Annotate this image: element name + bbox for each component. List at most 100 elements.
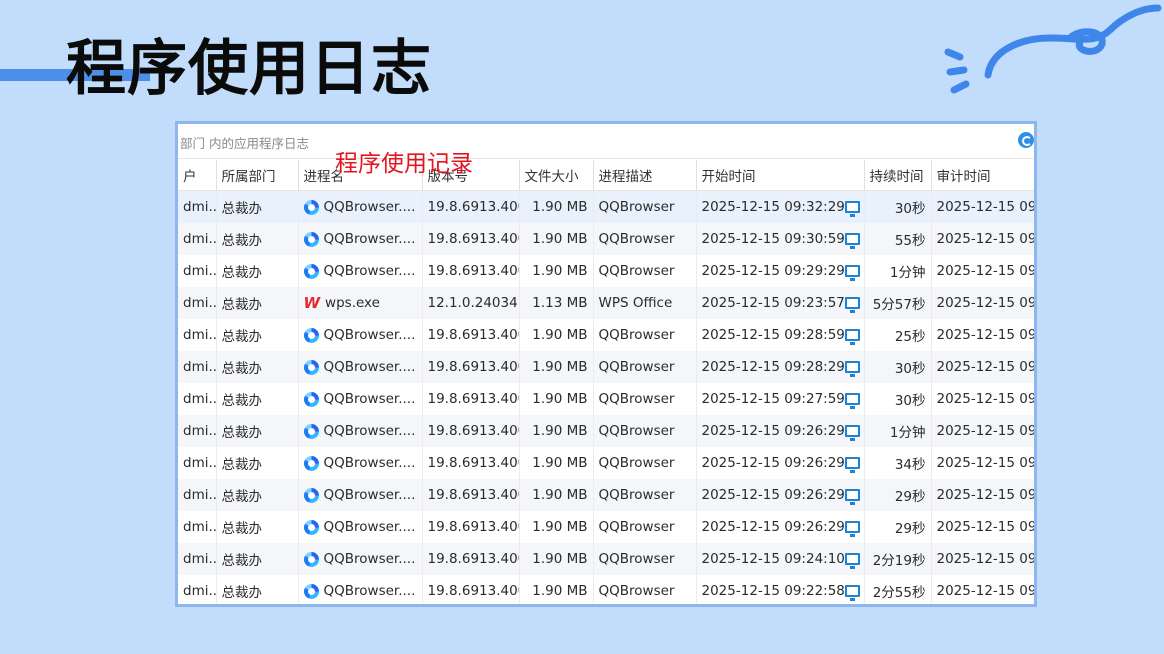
process-cell: QQBrowser.... (298, 575, 423, 604)
qqbrowser-icon (303, 455, 319, 471)
monitor-icon[interactable] (844, 233, 860, 249)
table-row[interactable]: dmi...总裁办 QQBrowser.... 19.8.6913.4001.90 … (178, 351, 1034, 383)
column-header[interactable]: 进程描述 (593, 160, 697, 191)
qqbrowser-icon (303, 359, 319, 375)
table-row[interactable]: dmi...总裁办Wwps.exe12.1.0.240341.13 MBWPS … (178, 287, 1034, 319)
start-time: 2025-12-15 09:23:57 (701, 295, 845, 311)
start-time: 2025-12-15 09:26:29 (701, 487, 845, 503)
start-time-cell: 2025-12-15 09:32:29 (696, 190, 865, 223)
user-cell: dmi... (178, 351, 217, 383)
qqbrowser-icon (303, 327, 319, 343)
column-header[interactable]: 文件大小 (519, 160, 594, 191)
dept-cell: 总裁办 (216, 479, 299, 511)
qqbrowser-icon (303, 231, 319, 247)
start-time-cell: 2025-12-15 09:27:59 (696, 383, 865, 415)
column-header[interactable]: 持续时间 (864, 160, 932, 191)
monitor-icon[interactable] (844, 425, 860, 441)
audit-time-cell: 2025-12-15 09: (931, 223, 1034, 255)
start-time: 2025-12-15 09:22:58 (701, 583, 845, 599)
monitor-icon[interactable] (844, 329, 860, 345)
wps-icon: W (303, 294, 321, 312)
process-name: wps.exe (325, 295, 380, 311)
size-cell: 1.90 MB (519, 543, 594, 575)
column-header[interactable]: 审计时间 (931, 160, 1034, 191)
version-cell: 19.8.6913.400 (422, 575, 520, 604)
slide-title: 程序使用日志 (66, 34, 432, 104)
table-row[interactable]: dmi...总裁办 QQBrowser.... 19.8.6913.4001.90 … (178, 575, 1034, 604)
qqbrowser-icon (303, 199, 319, 215)
table-row[interactable]: dmi...总裁办 QQBrowser.... 19.8.6913.4001.90 … (178, 255, 1034, 287)
start-time-cell: 2025-12-15 09:26:29 (696, 415, 865, 447)
start-time: 2025-12-15 09:28:29 (701, 359, 845, 375)
monitor-icon[interactable] (844, 393, 860, 409)
process-name: QQBrowser.... (323, 359, 416, 375)
duration-cell: 30秒 (864, 383, 932, 415)
column-header[interactable]: 开始时间 (696, 160, 865, 191)
duration-cell: 29秒 (864, 511, 932, 543)
start-time-cell: 2025-12-15 09:28:29 (696, 351, 865, 383)
size-cell: 1.90 MB (519, 479, 594, 511)
table-row[interactable]: dmi...总裁办 QQBrowser.... 19.8.6913.4001.90 … (178, 479, 1034, 511)
column-header[interactable]: 所属部门 (216, 160, 299, 191)
dept-cell: 总裁办 (216, 351, 299, 383)
dept-cell: 总裁办 (216, 383, 299, 415)
table-row[interactable]: dmi...总裁办 QQBrowser.... 19.8.6913.4001.90 … (178, 447, 1034, 479)
window-subheader: 部门 内的应用程序日志 (178, 124, 1034, 159)
refresh-icon[interactable] (1018, 132, 1034, 148)
monitor-icon[interactable] (844, 553, 860, 569)
process-name: QQBrowser.... (323, 391, 416, 407)
process-cell: QQBrowser.... (298, 319, 423, 351)
start-time: 2025-12-15 09:29:29 (701, 263, 845, 279)
version-cell: 19.8.6913.400 (422, 190, 520, 223)
table-row[interactable]: dmi...总裁办 QQBrowser.... 19.8.6913.4001.90 … (178, 190, 1034, 223)
table-row[interactable]: dmi...总裁办 QQBrowser.... 19.8.6913.4001.90 … (178, 319, 1034, 351)
process-name: QQBrowser.... (323, 199, 416, 215)
start-time: 2025-12-15 09:28:59 (701, 327, 845, 343)
qqbrowser-icon (303, 519, 319, 535)
monitor-icon[interactable] (844, 201, 860, 217)
table-row[interactable]: dmi...总裁办 QQBrowser.... 19.8.6913.4001.90 … (178, 543, 1034, 575)
monitor-icon[interactable] (844, 265, 860, 281)
version-cell: 19.8.6913.400 (422, 319, 520, 351)
audit-time-cell: 2025-12-15 09: (931, 383, 1034, 415)
desc-cell: QQBrowser (593, 223, 697, 255)
qqbrowser-icon (303, 423, 319, 439)
start-time: 2025-12-15 09:26:29 (701, 423, 845, 439)
table-row[interactable]: dmi...总裁办 QQBrowser.... 19.8.6913.4001.90 … (178, 415, 1034, 447)
monitor-icon[interactable] (844, 521, 860, 537)
user-cell: dmi... (178, 319, 217, 351)
table-row[interactable]: dmi...总裁办 QQBrowser.... 19.8.6913.4001.90 … (178, 223, 1034, 255)
table-row[interactable]: dmi...总裁办 QQBrowser.... 19.8.6913.4001.90 … (178, 383, 1034, 415)
dept-cell: 总裁办 (216, 255, 299, 287)
audit-time-cell: 2025-12-15 09: (931, 255, 1034, 287)
column-header[interactable]: 户 (178, 160, 217, 191)
monitor-icon[interactable] (844, 297, 860, 313)
monitor-icon[interactable] (844, 457, 860, 473)
qqbrowser-icon (303, 391, 319, 407)
size-cell: 1.90 MB (519, 223, 594, 255)
size-cell: 1.90 MB (519, 447, 594, 479)
table-row[interactable]: dmi...总裁办 QQBrowser.... 19.8.6913.4001.90 … (178, 511, 1034, 543)
monitor-icon[interactable] (844, 489, 860, 505)
duration-cell: 30秒 (864, 190, 932, 223)
monitor-icon[interactable] (844, 585, 860, 601)
start-time-cell: 2025-12-15 09:28:59 (696, 319, 865, 351)
start-time: 2025-12-15 09:27:59 (701, 391, 845, 407)
user-cell: dmi... (178, 479, 217, 511)
subheader-text: 部门 内的应用程序日志 (180, 136, 309, 151)
user-cell: dmi... (178, 255, 217, 287)
audit-time-cell: 2025-12-15 09: (931, 543, 1034, 575)
process-cell: QQBrowser.... (298, 255, 423, 287)
process-name: QQBrowser.... (323, 583, 416, 599)
audit-time-cell: 2025-12-15 09: (931, 190, 1034, 223)
duration-cell: 25秒 (864, 319, 932, 351)
qqbrowser-icon (303, 487, 319, 503)
monitor-icon[interactable] (844, 361, 860, 377)
size-cell: 1.90 MB (519, 383, 594, 415)
process-cell: QQBrowser.... (298, 511, 423, 543)
desc-cell: QQBrowser (593, 479, 697, 511)
size-cell: 1.90 MB (519, 319, 594, 351)
audit-time-cell: 2025-12-15 09: (931, 575, 1034, 604)
desc-cell: QQBrowser (593, 575, 697, 604)
start-time: 2025-12-15 09:24:10 (701, 551, 845, 567)
